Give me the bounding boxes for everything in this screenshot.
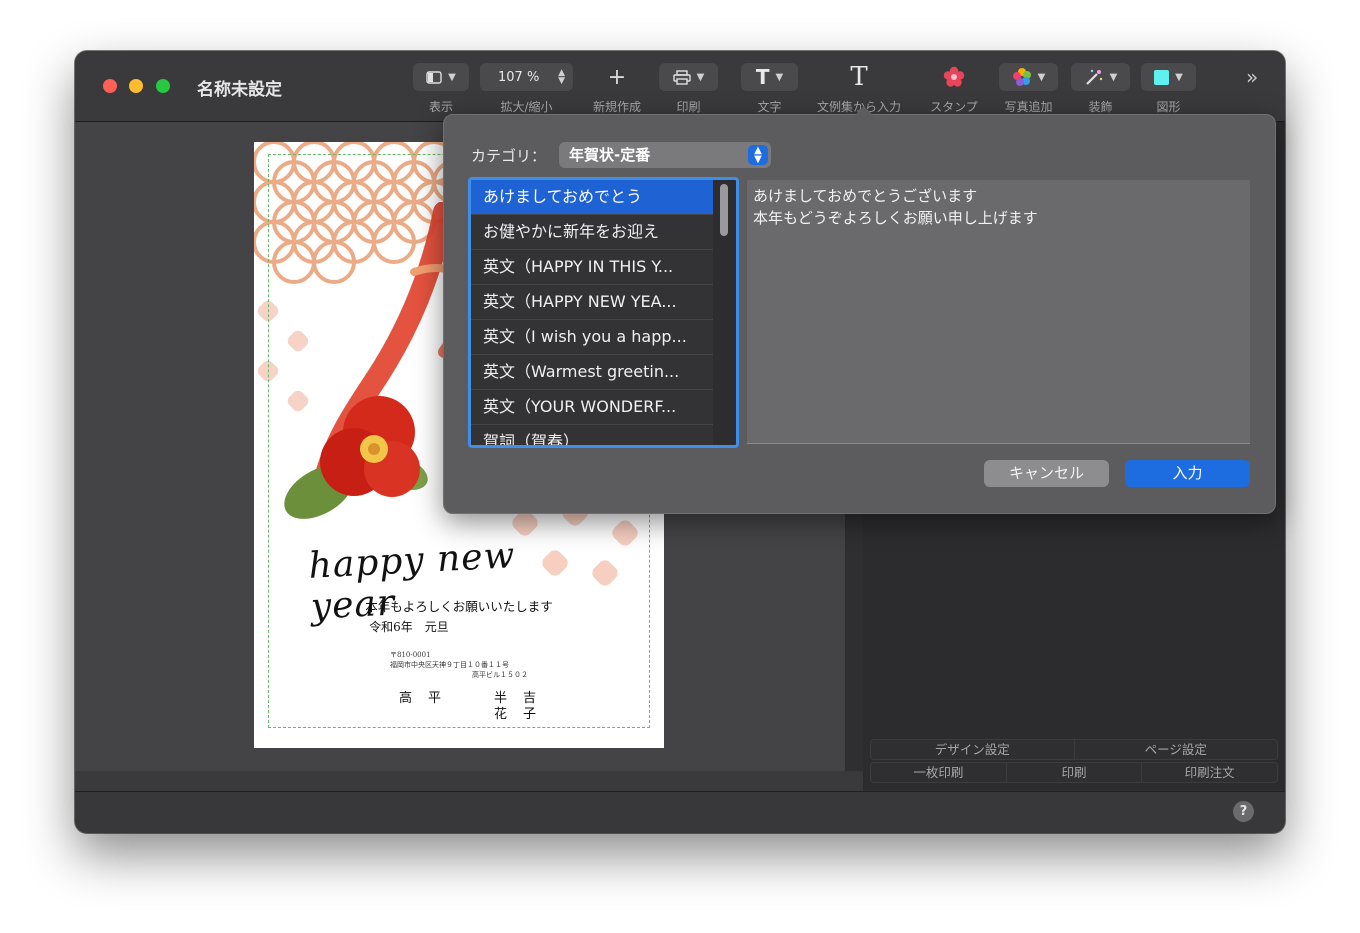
list-item[interactable]: あけましておめでとう <box>471 180 713 215</box>
design-settings-button[interactable]: デザイン設定 <box>871 740 1075 759</box>
list-item[interactable]: 英文（Warmest greetin... <box>471 355 713 390</box>
new-label: 新規作成 <box>592 100 641 114</box>
print-row: 一枚印刷 印刷 印刷注文 <box>870 762 1278 783</box>
select-stepper-icon: ▲ ▼ <box>748 145 768 165</box>
shape-button[interactable]: ▼ <box>1141 63 1196 91</box>
decoration-label: 装飾 <box>1088 100 1113 114</box>
photo-label: 写真追加 <box>1004 100 1053 114</box>
title-bar: 名称未設定 ▼ 表示 107 % ▲ ▼ 拡大/縮小 + 新規作成 ▼ 印刷 T… <box>75 51 1285 122</box>
list-scrollbar[interactable] <box>720 184 728 236</box>
chevron-down-icon: ▼ <box>775 71 784 83</box>
text-label: 文字 <box>757 100 782 114</box>
category-value: 年賀状-定番 <box>569 146 651 164</box>
zoom-window-button[interactable] <box>156 79 170 93</box>
photo-button[interactable]: ▼ <box>999 63 1058 91</box>
chevron-down-icon: ▼ <box>1175 71 1183 83</box>
print-panel-button[interactable]: 印刷 <box>1007 763 1143 782</box>
zoom-value: 107 % <box>498 69 540 85</box>
printer-icon <box>672 69 691 85</box>
help-button[interactable]: ? <box>1233 801 1254 822</box>
close-window-button[interactable] <box>103 79 117 93</box>
ume-flower-icon <box>943 66 965 87</box>
print-tool[interactable]: ▼ 印刷 <box>659 63 718 115</box>
photos-icon <box>1012 68 1031 86</box>
list-item[interactable]: 英文（HAPPY IN THIS Y... <box>471 250 713 285</box>
sidebar-icon <box>426 70 442 84</box>
zoom-tool[interactable]: 107 % ▲ ▼ 拡大/縮小 <box>480 63 573 115</box>
settings-row: デザイン設定 ページ設定 <box>870 739 1278 760</box>
list-item[interactable]: 英文（HAPPY NEW YEA... <box>471 285 713 320</box>
view-label: 表示 <box>428 100 453 114</box>
square-shape-icon <box>1154 69 1170 85</box>
chevron-down-icon: ▼ <box>696 71 705 83</box>
serif-t-icon[interactable]: T <box>811 62 907 92</box>
print-label: 印刷 <box>676 100 701 114</box>
chevron-down-icon: ▼ <box>448 71 456 83</box>
panel-button-group: デザイン設定 ページ設定 一枚印刷 印刷 印刷注文 <box>870 739 1278 785</box>
insert-button[interactable]: 入力 <box>1125 460 1250 487</box>
stamp-tool[interactable]: スタンプ <box>925 63 983 115</box>
preview-line: あけましておめでとうございます <box>753 187 978 205</box>
zoom-field[interactable]: 107 % ▲ ▼ <box>480 63 573 91</box>
chevron-down-icon: ▼ <box>1109 71 1118 83</box>
stamp-label: スタンプ <box>930 100 978 114</box>
decoration-tool[interactable]: ▼ 装飾 <box>1071 63 1130 115</box>
horizontal-scrollbar[interactable] <box>75 771 863 791</box>
category-select[interactable]: 年賀状-定番 ▲ ▼ <box>559 142 771 168</box>
view-button[interactable]: ▼ <box>413 63 469 91</box>
print-button[interactable]: ▼ <box>659 63 718 91</box>
popover-arrow <box>855 106 873 115</box>
zoom-label: 拡大/縮小 <box>500 100 553 114</box>
cancel-button[interactable]: キャンセル <box>984 460 1109 487</box>
chevron-down-icon: ▼ <box>1037 71 1046 83</box>
stepper-icon[interactable]: ▲ ▼ <box>558 69 565 86</box>
photo-tool[interactable]: ▼ 写真追加 <box>999 63 1058 115</box>
stamp-button[interactable] <box>925 63 983 91</box>
minimize-window-button[interactable] <box>129 79 143 93</box>
magic-wand-icon <box>1085 69 1102 85</box>
single-print-button[interactable]: 一枚印刷 <box>871 763 1007 782</box>
shape-label: 図形 <box>1156 100 1181 114</box>
decoration-button[interactable]: ▼ <box>1071 63 1130 91</box>
text-t-icon: T <box>755 65 770 89</box>
template-text-popover: カテゴリ： 年賀状-定番 ▲ ▼ あけましておめでとう お健やかに新年をお迎え 英… <box>443 106 1276 514</box>
text-tool[interactable]: T ▼ 文字 <box>741 63 798 115</box>
new-tool[interactable]: + 新規作成 <box>587 63 647 115</box>
print-order-button[interactable]: 印刷注文 <box>1142 763 1277 782</box>
list-item[interactable]: 賀詞（賀春） <box>471 425 713 445</box>
template-list[interactable]: あけましておめでとう お健やかに新年をお迎え 英文（HAPPY IN THIS … <box>468 177 739 448</box>
view-tool[interactable]: ▼ 表示 <box>413 63 469 115</box>
category-label: カテゴリ： <box>471 147 547 165</box>
page-settings-button[interactable]: ページ設定 <box>1075 740 1278 759</box>
list-item[interactable]: 英文（I wish you a happ... <box>471 320 713 355</box>
plus-icon[interactable]: + <box>587 63 647 91</box>
list-item[interactable]: 英文（YOUR WONDERF... <box>471 390 713 425</box>
preview-line: 本年もどうぞよろしくお願い申し上げます <box>753 209 1038 227</box>
shape-tool[interactable]: ▼ 図形 <box>1141 63 1196 115</box>
list-item[interactable]: お健やかに新年をお迎え <box>471 215 713 250</box>
overflow-chevrons-icon[interactable]: » <box>1246 65 1258 89</box>
preview-text-area[interactable]: あけましておめでとうございます 本年もどうぞよろしくお願い申し上げます <box>747 180 1250 444</box>
window-title: 名称未設定 <box>197 80 282 100</box>
status-bar <box>75 791 1285 833</box>
text-button[interactable]: T ▼ <box>741 63 798 91</box>
